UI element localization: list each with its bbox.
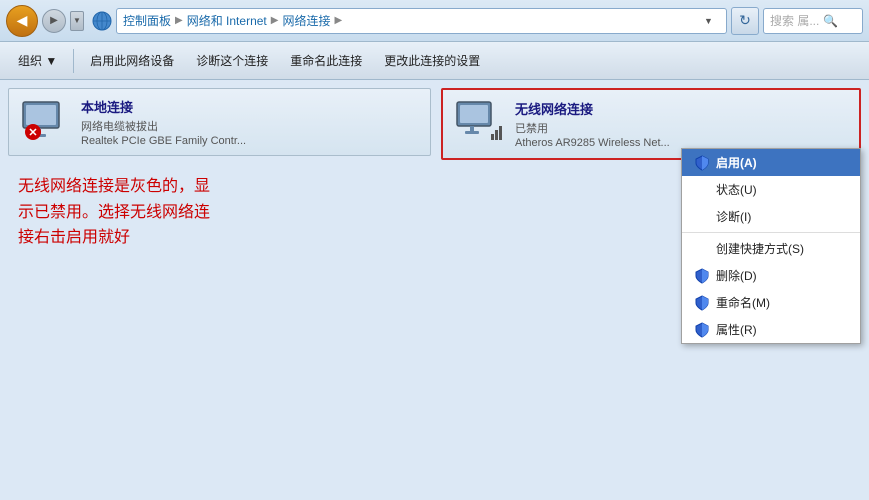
- local-connection-icon: [19, 98, 67, 146]
- change-settings-button[interactable]: 更改此连接的设置: [376, 48, 488, 73]
- local-connection-title: 本地连接: [81, 97, 420, 116]
- context-menu-item-rename[interactable]: 重命名(M): [682, 289, 860, 316]
- diagnose-button[interactable]: 诊断这个连接: [188, 48, 276, 73]
- instruction-text: 无线网络连接是灰色的，显示已禁用。选择无线网络连接右击启用就好: [8, 164, 228, 261]
- context-menu-item-label: 属性(R): [716, 321, 757, 338]
- local-connection-card[interactable]: ✕ 本地连接 网络电缆被拔出 Realtek PCIe GBE Family C…: [8, 88, 431, 156]
- breadcrumb: 控制面板 ▶ 网络和 Internet ▶ 网络连接 ▶ ▼: [116, 8, 727, 34]
- back-button[interactable]: ◀: [6, 5, 38, 37]
- address-bar: ◀ ▶ ▼ 控制面板 ▶ 网络和 Internet ▶ 网络连接 ▶ ▼ ↻ 搜…: [0, 0, 869, 42]
- context-menu-item-label: 重命名(M): [716, 294, 770, 311]
- search-icon: 🔍: [823, 14, 838, 28]
- toolbar-separator-1: [73, 49, 74, 73]
- shield-icon: [694, 155, 710, 171]
- forward-button[interactable]: ▶: [42, 9, 66, 33]
- context-menu: 启用(A) 状态(U) 诊断(I) 创建快捷方式(S) 删除(D) 重命名(M) 属性…: [681, 148, 861, 344]
- shield-icon: [694, 322, 710, 338]
- wireless-connection-title: 无线网络连接: [515, 99, 849, 118]
- context-menu-item-label: 创建快捷方式(S): [716, 240, 804, 257]
- refresh-button[interactable]: ↻: [731, 7, 759, 35]
- context-menu-item-label: 状态(U): [716, 181, 757, 198]
- breadcrumb-sep1: ▶: [175, 15, 183, 26]
- breadcrumb-network-connections[interactable]: 网络连接: [282, 12, 330, 29]
- wireless-connection-icon: [453, 98, 505, 150]
- context-menu-item-shortcut[interactable]: 创建快捷方式(S): [682, 235, 860, 262]
- breadcrumb-end-dropdown[interactable]: ▼: [704, 16, 720, 26]
- rename-button[interactable]: 重命名此连接: [282, 48, 370, 73]
- shield-icon: [694, 295, 710, 311]
- breadcrumb-network-internet[interactable]: 网络和 Internet: [187, 12, 267, 29]
- breadcrumb-sep2: ▶: [271, 15, 279, 26]
- context-menu-item-label: 启用(A): [716, 154, 757, 171]
- organize-button[interactable]: 组织 ▼: [10, 48, 65, 73]
- local-connection-info: 本地连接 网络电缆被拔出 Realtek PCIe GBE Family Con…: [81, 97, 420, 147]
- globe-icon: [92, 11, 112, 31]
- error-badge: ✕: [25, 124, 41, 140]
- breadcrumb-controlpanel[interactable]: 控制面板: [123, 12, 171, 29]
- nav-dropdown-button[interactable]: ▼: [70, 11, 84, 31]
- local-connection-adapter: Realtek PCIe GBE Family Contr...: [81, 135, 420, 147]
- wireless-connection-info: 无线网络连接 已禁用 Atheros AR9285 Wireless Net..…: [515, 99, 849, 149]
- context-menu-item-diagnose[interactable]: 诊断(I): [682, 203, 860, 230]
- context-menu-separator: [682, 232, 860, 233]
- shield-icon: [694, 268, 710, 284]
- context-menu-item-properties[interactable]: 属性(R): [682, 316, 860, 343]
- search-box[interactable]: 搜索 属... 🔍: [763, 8, 863, 34]
- enable-device-button[interactable]: 启用此网络设备: [82, 48, 182, 73]
- context-menu-item-label: 诊断(I): [716, 208, 751, 225]
- main-content: ✕ 本地连接 网络电缆被拔出 Realtek PCIe GBE Family C…: [0, 80, 869, 500]
- context-menu-item-delete[interactable]: 删除(D): [682, 262, 860, 289]
- breadcrumb-sep3: ▶: [334, 15, 342, 26]
- wireless-connection-status: 已禁用: [515, 120, 849, 136]
- context-menu-item-enable[interactable]: 启用(A): [682, 149, 860, 176]
- context-menu-item-status[interactable]: 状态(U): [682, 176, 860, 203]
- context-menu-item-label: 删除(D): [716, 267, 757, 284]
- toolbar: 组织 ▼ 启用此网络设备 诊断这个连接 重命名此连接 更改此连接的设置: [0, 42, 869, 80]
- local-connection-status: 网络电缆被拔出: [81, 118, 420, 134]
- search-placeholder: 搜索 属...: [770, 12, 819, 29]
